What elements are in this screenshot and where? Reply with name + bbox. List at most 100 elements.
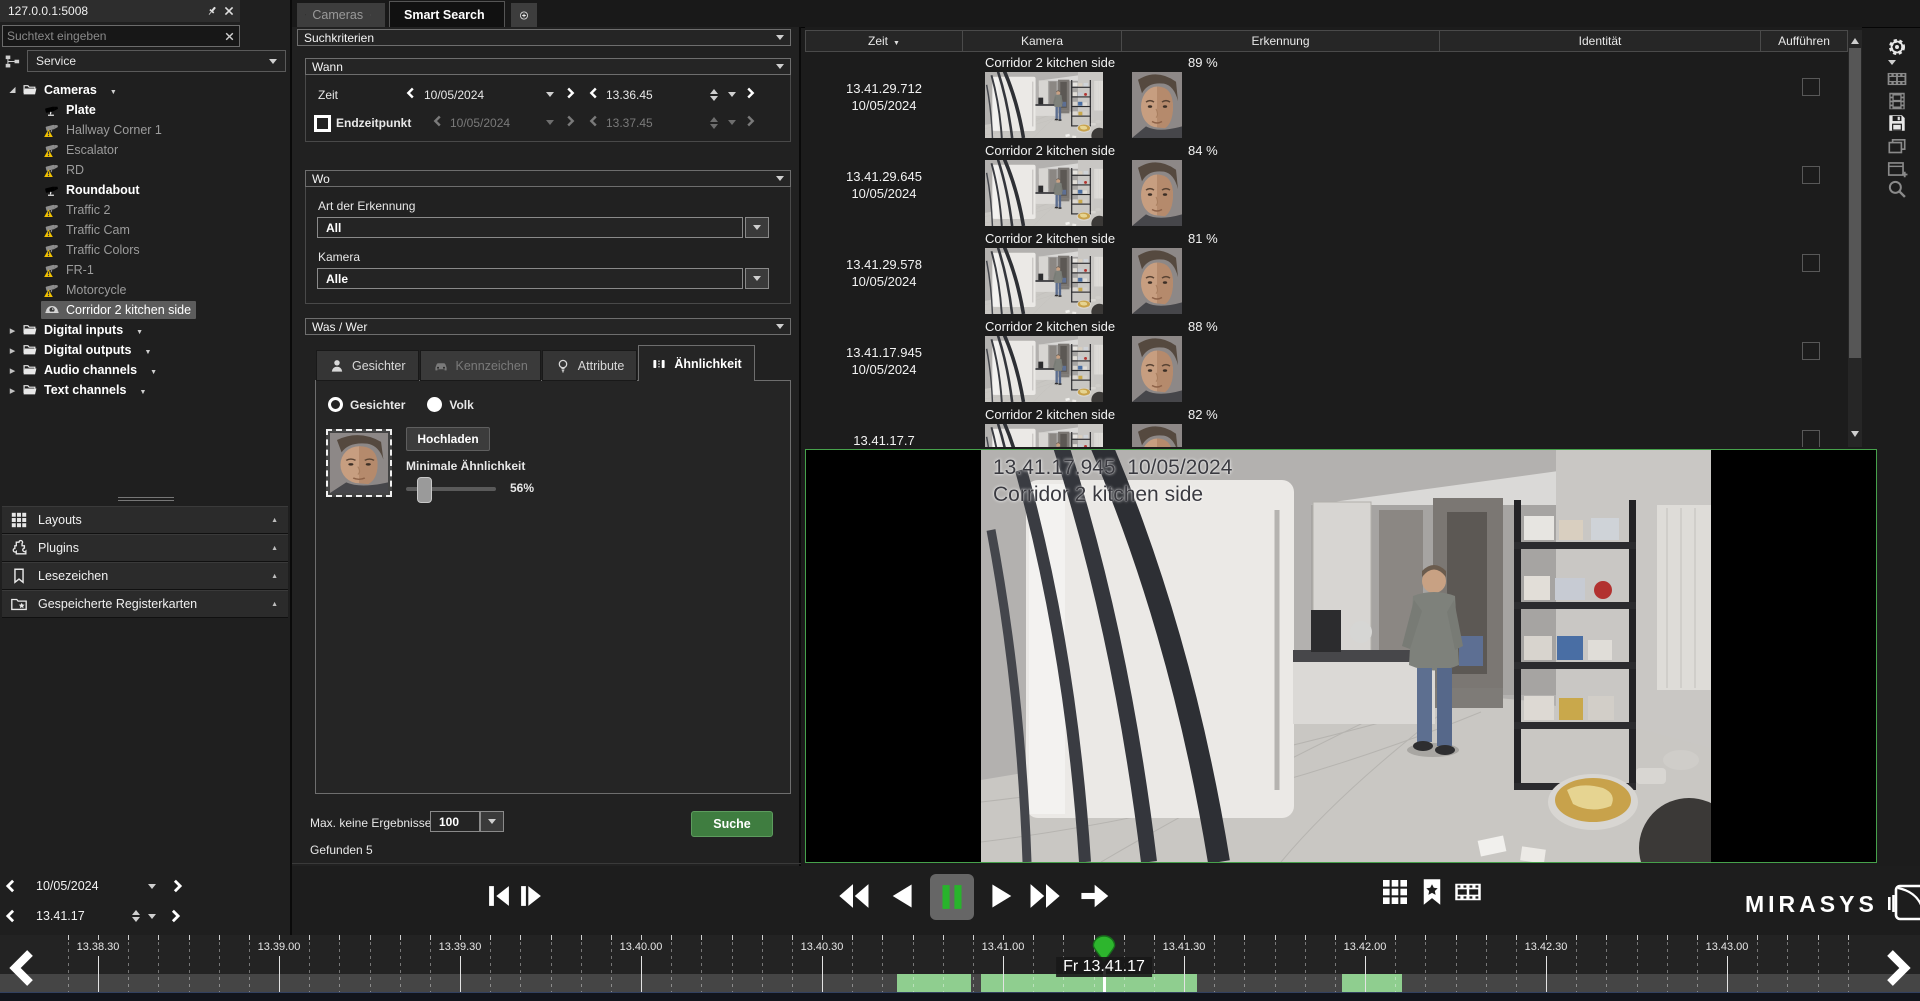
toolbar-icon[interactable] [1886, 90, 1908, 112]
view-button[interactable] [1380, 877, 1410, 907]
upload-button[interactable]: Hochladen [406, 427, 490, 451]
detection-type-caret[interactable] [745, 217, 769, 238]
tree-item-body[interactable]: Cameras [19, 81, 102, 99]
results-column-header[interactable]: Aufführen [1761, 30, 1848, 52]
tree-item-body[interactable]: Motorcycle [41, 281, 131, 299]
result-play-checkbox[interactable] [1802, 78, 1820, 96]
next-time-icon[interactable] [168, 908, 182, 924]
panel-resize-handle[interactable] [118, 497, 174, 503]
tree-item[interactable]: Escalator [2, 140, 288, 160]
tree-item-body[interactable]: Digital inputs [19, 321, 128, 339]
similarity-slider-handle[interactable] [417, 477, 432, 503]
detection-type-select[interactable]: All [317, 217, 743, 238]
start-date-value[interactable]: 10/05/2024 [424, 88, 484, 102]
radio-volk[interactable] [427, 397, 442, 412]
radio-gesichter-label[interactable]: Gesichter [350, 398, 405, 412]
wann-section-header[interactable]: Wann [305, 58, 791, 75]
transport-button[interactable] [930, 874, 974, 920]
tree-item-dropdown-icon[interactable] [150, 363, 157, 377]
results-column-header[interactable]: Identität [1440, 30, 1761, 52]
results-scrollbar[interactable] [1848, 30, 1862, 447]
tree-item-body[interactable]: RD [41, 161, 89, 179]
prev-time-icon[interactable] [588, 114, 600, 128]
result-face-crop[interactable] [1132, 336, 1182, 402]
tree-item-body[interactable]: Audio channels [19, 361, 142, 379]
waswer-tab[interactable]: Gesichter [316, 350, 419, 381]
result-play-checkbox[interactable] [1802, 166, 1820, 184]
toolbar-icon[interactable] [1886, 68, 1908, 90]
time-spinner[interactable] [710, 85, 718, 105]
tree-item-body[interactable]: Escalator [41, 141, 123, 159]
result-camera-thumbnail[interactable] [985, 336, 1103, 402]
waswer-tab[interactable]: Attribute [542, 350, 638, 381]
accordion-panel[interactable]: Lesezeichen [2, 562, 288, 590]
tree-item[interactable]: Motorcycle [2, 280, 288, 300]
radio-gesichter[interactable] [328, 397, 343, 412]
tree-item[interactable]: Traffic Colors [2, 240, 288, 260]
tree-item-dropdown-icon[interactable] [145, 343, 152, 357]
results-column-header[interactable]: Zeit [805, 30, 963, 52]
playback-time[interactable]: 13.41.17 [36, 909, 132, 923]
accordion-panel[interactable]: Layouts [2, 506, 288, 534]
transport-button[interactable] [1078, 878, 1112, 914]
tree-caret-icon[interactable] [6, 83, 19, 97]
tree-item-body[interactable]: FR-1 [41, 261, 99, 279]
tree-item-body[interactable]: Roundabout [41, 181, 145, 199]
result-face-crop[interactable] [1132, 424, 1182, 447]
frame-step-button[interactable] [484, 878, 514, 914]
prev-time-icon[interactable] [4, 908, 18, 924]
chevron-down-icon[interactable] [728, 92, 736, 101]
result-row[interactable]: 13.41.17.7 10/05/2024 Corridor 2 kitchen… [805, 404, 1848, 447]
tree-caret-icon[interactable] [6, 323, 19, 337]
end-time-value[interactable]: 13.37.45 [606, 116, 653, 130]
reference-face-image[interactable] [326, 429, 392, 497]
transport-button[interactable] [835, 876, 871, 916]
waswer-tab[interactable]: Kennzeichen [420, 350, 541, 381]
result-play-checkbox[interactable] [1802, 342, 1820, 360]
tree-item-body[interactable]: Text channels [19, 381, 131, 399]
close-icon[interactable] [223, 5, 235, 17]
recording-segment[interactable] [897, 974, 971, 992]
pin-icon[interactable] [205, 4, 219, 18]
next-time-icon[interactable] [744, 114, 756, 128]
accordion-panel[interactable]: Gespeicherte Registerkarten [2, 590, 288, 618]
tree-item-body[interactable]: Plate [41, 101, 101, 119]
result-play-checkbox[interactable] [1802, 254, 1820, 272]
scrollbar-thumb[interactable] [1849, 48, 1861, 358]
tree-item[interactable]: Text channels [2, 380, 288, 400]
transport-button[interactable] [1028, 876, 1064, 916]
tree-item-dropdown-icon[interactable] [136, 323, 143, 337]
time-spinner[interactable] [132, 906, 140, 926]
waswer-tab[interactable]: Ähnlichkeit [638, 345, 754, 381]
next-date-icon[interactable] [564, 86, 576, 100]
tree-item[interactable]: Digital outputs [2, 340, 288, 360]
view-button[interactable] [1417, 877, 1447, 907]
prev-time-icon[interactable] [588, 86, 600, 100]
result-row[interactable]: 13.41.29.712 10/05/2024 Corridor 2 kitch… [805, 52, 1848, 140]
recording-segment[interactable] [1342, 974, 1402, 992]
endtime-checkbox[interactable] [314, 115, 331, 132]
chevron-down-icon[interactable] [148, 884, 156, 893]
result-camera-thumbnail[interactable] [985, 160, 1103, 226]
tab-cameras[interactable]: Cameras [297, 3, 385, 27]
waswer-section-header[interactable]: Was / Wer [305, 318, 791, 335]
timeline-scroll-left-icon[interactable] [4, 940, 44, 996]
tree-item-body[interactable]: Hallway Corner 1 [41, 121, 167, 139]
playback-date[interactable]: 10/05/2024 [36, 879, 148, 893]
criteria-header[interactable]: Suchkriterien [297, 29, 791, 46]
toolbar-icon[interactable] [1886, 178, 1908, 200]
max-results-caret[interactable] [480, 811, 504, 832]
chevron-down-icon[interactable] [148, 914, 156, 923]
tree-item-body[interactable]: Traffic 2 [41, 201, 115, 219]
tree-item[interactable]: Digital inputs [2, 320, 288, 340]
timeline[interactable]: 13.38.3013.39.0013.39.3013.40.0013.40.30… [0, 935, 1920, 1001]
device-tree-mode-icon[interactable] [4, 53, 21, 70]
tree-item[interactable]: Audio channels [2, 360, 288, 380]
transport-button[interactable] [986, 878, 1018, 914]
result-face-crop[interactable] [1132, 248, 1182, 314]
accordion-panel[interactable]: Plugins [2, 534, 288, 562]
tree-item-body[interactable]: Digital outputs [19, 341, 137, 359]
result-camera-thumbnail[interactable] [985, 424, 1103, 447]
radio-volk-label[interactable]: Volk [449, 398, 473, 412]
results-column-header[interactable]: Kamera [963, 30, 1122, 52]
